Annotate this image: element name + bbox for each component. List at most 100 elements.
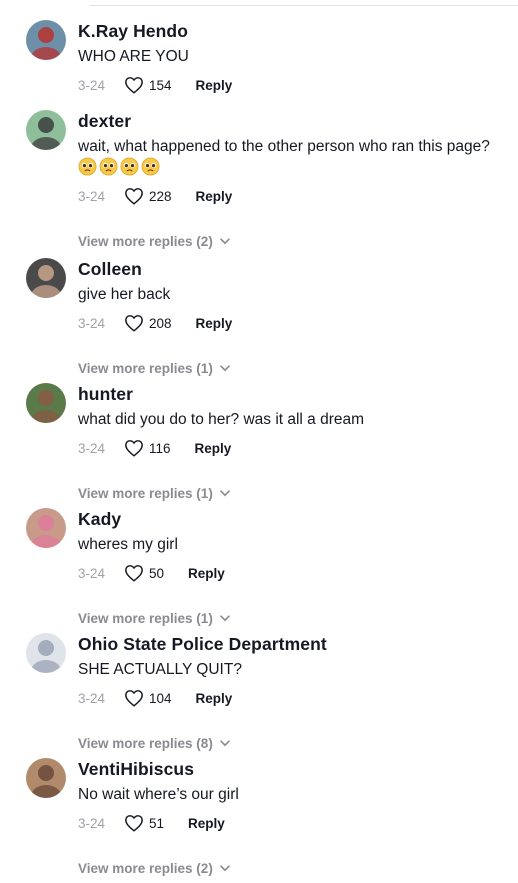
username[interactable]: Kady <box>78 509 121 530</box>
chevron-down-icon <box>220 740 230 747</box>
avatar[interactable] <box>26 110 66 150</box>
comment-meta: 3-24 50 Reply <box>78 563 225 583</box>
comment-item: Ohio State Police Department SHE ACTUALLY… <box>0 633 518 758</box>
like-button[interactable]: 228 <box>124 187 172 205</box>
comment-text-body: what did you do to her? was it all a dre… <box>78 411 365 428</box>
comment-date: 3-24 <box>78 188 106 204</box>
username[interactable]: K.Ray Hendo <box>78 21 188 42</box>
username[interactable]: Ohio State Police Department <box>78 634 327 655</box>
reply-button[interactable]: Reply <box>196 691 233 706</box>
comment-text-body: wait, what happened to the other person … <box>78 138 490 155</box>
comment-meta: 3-24 154 Reply <box>78 75 232 95</box>
like-button[interactable]: 154 <box>124 76 172 94</box>
like-button[interactable]: 104 <box>124 689 172 707</box>
view-more-replies-label: View more replies (2) <box>78 234 213 249</box>
comment-date: 3-24 <box>78 690 106 706</box>
heart-icon <box>125 188 143 205</box>
comment-date: 3-24 <box>78 565 106 581</box>
pleading-face-emoji <box>120 157 139 176</box>
view-more-replies-label: View more replies (2) <box>78 861 213 876</box>
comment-meta: 3-24 104 Reply <box>78 688 232 708</box>
comment-meta: 3-24 51 Reply <box>78 813 225 833</box>
username[interactable]: hunter <box>78 384 133 405</box>
like-count: 116 <box>149 440 171 456</box>
heart-icon <box>125 815 143 832</box>
like-count: 104 <box>149 690 172 706</box>
view-more-replies-label: View more replies (1) <box>78 486 213 501</box>
like-count: 228 <box>149 188 172 204</box>
avatar[interactable] <box>26 758 66 798</box>
comment-text: WHO ARE YOU <box>78 46 498 67</box>
chevron-down-icon <box>220 865 230 872</box>
view-more-replies-button[interactable]: View more replies (2) <box>78 234 230 249</box>
like-button[interactable]: 51 <box>124 814 164 832</box>
reply-button[interactable]: Reply <box>188 816 225 831</box>
like-count: 50 <box>149 565 165 581</box>
comment-text-body: WHO ARE YOU <box>78 48 189 65</box>
heart-icon <box>125 690 143 707</box>
like-button[interactable]: 50 <box>124 564 164 582</box>
comment-meta: 3-24 116 Reply <box>78 438 231 458</box>
heart-icon <box>125 77 143 94</box>
username[interactable]: Colleen <box>78 259 142 280</box>
pleading-face-emoji <box>99 157 118 176</box>
comment-date: 3-24 <box>78 440 106 456</box>
comment-text-body: give her back <box>78 286 171 303</box>
avatar[interactable] <box>26 383 66 423</box>
comment-date: 3-24 <box>78 315 106 331</box>
heart-icon <box>125 315 143 332</box>
like-button[interactable]: 116 <box>124 439 171 457</box>
heart-icon <box>125 565 143 582</box>
emoji-group <box>78 157 162 176</box>
avatar[interactable] <box>26 258 66 298</box>
view-more-replies-button[interactable]: View more replies (1) <box>78 486 230 501</box>
username[interactable]: dexter <box>78 111 131 132</box>
comment-text: wheres my girl <box>78 534 498 555</box>
avatar[interactable] <box>26 20 66 60</box>
like-count: 154 <box>149 77 172 93</box>
reply-button[interactable]: Reply <box>196 189 233 204</box>
heart-icon <box>125 440 143 457</box>
comment-date: 3-24 <box>78 815 106 831</box>
comment-item: Colleen give her back 3-24 208 Reply View mor… <box>0 258 518 383</box>
view-more-replies-label: View more replies (8) <box>78 736 213 751</box>
comment-item: hunter what did you do to her? was it all… <box>0 383 518 508</box>
comment-text-body: wheres my girl <box>78 536 178 553</box>
comment-text: wait, what happened to the other person … <box>78 136 498 178</box>
view-more-replies-button[interactable]: View more replies (2) <box>78 861 230 876</box>
like-button[interactable]: 208 <box>124 314 172 332</box>
comment-meta: 3-24 208 Reply <box>78 313 232 333</box>
avatar[interactable] <box>26 633 66 673</box>
chevron-down-icon <box>220 365 230 372</box>
comment-text: what did you do to her? was it all a dre… <box>78 409 498 430</box>
view-more-replies-button[interactable]: View more replies (1) <box>78 611 230 626</box>
top-divider <box>90 5 518 6</box>
comment-meta: 3-24 228 Reply <box>78 186 232 206</box>
view-more-replies-label: View more replies (1) <box>78 611 213 626</box>
chevron-down-icon <box>220 615 230 622</box>
pleading-face-emoji <box>78 157 97 176</box>
comment-item: dexter wait, what happened to the other p… <box>0 110 518 249</box>
comment-item: Kady wheres my girl 3-24 50 Reply View more r… <box>0 508 518 633</box>
reply-button[interactable]: Reply <box>188 566 225 581</box>
reply-button[interactable]: Reply <box>196 78 233 93</box>
chevron-down-icon <box>220 238 230 245</box>
comment-date: 3-24 <box>78 77 106 93</box>
comment-text-body: No wait where’s our girl <box>78 786 239 803</box>
avatar[interactable] <box>26 508 66 548</box>
comment-text-body: SHE ACTUALLY QUIT? <box>78 661 242 678</box>
reply-button[interactable]: Reply <box>195 441 232 456</box>
view-more-replies-label: View more replies (1) <box>78 361 213 376</box>
like-count: 208 <box>149 315 172 331</box>
like-count: 51 <box>149 815 165 831</box>
chevron-down-icon <box>220 490 230 497</box>
comment-text: give her back <box>78 284 498 305</box>
username[interactable]: VentiHibiscus <box>78 759 194 780</box>
reply-button[interactable]: Reply <box>196 316 233 331</box>
comment-text: No wait where’s our girl <box>78 784 498 805</box>
comment-item: VentiHibiscus No wait where’s our girl 3-2… <box>0 758 518 883</box>
view-more-replies-button[interactable]: View more replies (8) <box>78 736 230 751</box>
comment-text: SHE ACTUALLY QUIT? <box>78 659 498 680</box>
view-more-replies-button[interactable]: View more replies (1) <box>78 361 230 376</box>
pleading-face-emoji <box>141 157 160 176</box>
